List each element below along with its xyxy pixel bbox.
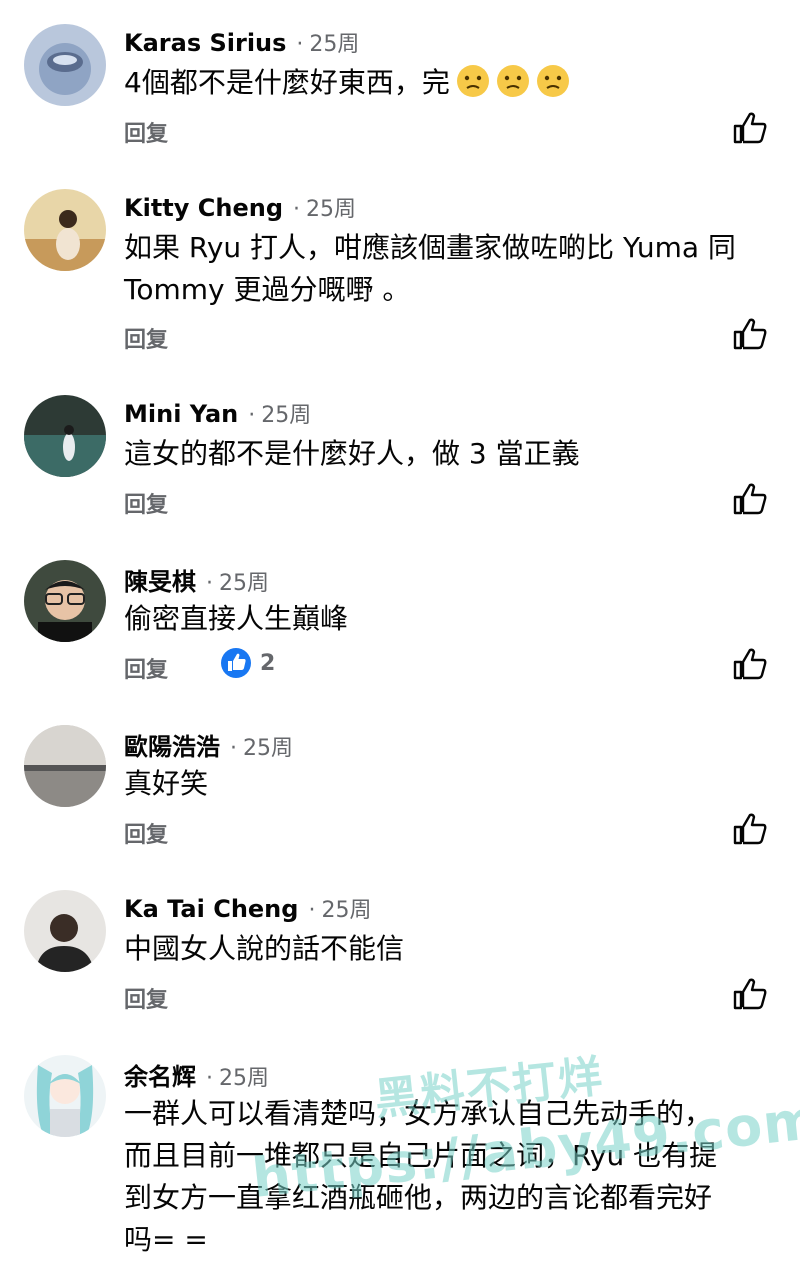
avatar[interactable] — [24, 560, 106, 642]
comment-text: 真好笑 — [124, 767, 209, 800]
reply-button[interactable]: 回复 — [124, 652, 168, 684]
comment-text: 這女的都不是什麼好人，做 3 當正義 — [124, 437, 580, 470]
time-separator: · — [248, 403, 256, 428]
reply-button[interactable]: 回复 — [124, 817, 168, 849]
comment-timestamp[interactable]: 25周 — [306, 191, 356, 223]
reply-button[interactable]: 回复 — [124, 116, 168, 148]
comment-author[interactable]: 陳旻棋 — [124, 562, 196, 597]
reaction-summary[interactable]: 2 — [220, 647, 275, 679]
avatar[interactable] — [24, 890, 106, 972]
confused-face-icon — [496, 65, 529, 97]
comment-text: 一群人可以看清楚吗，女方承认自己先动手的， 而且目前一堆都只是自己片面之词，Ry… — [124, 1097, 718, 1256]
comment-timestamp[interactable]: 25周 — [261, 397, 311, 429]
comment-author[interactable]: Kitty Cheng — [124, 194, 283, 222]
time-separator: · — [293, 197, 301, 222]
reply-button[interactable]: 回复 — [124, 982, 168, 1014]
time-separator: · — [296, 32, 304, 57]
time-separator: · — [230, 736, 237, 761]
comment-text: 中國女人說的話不能信 — [124, 932, 405, 965]
avatar[interactable] — [24, 395, 106, 477]
comment-timestamp[interactable]: 25周 — [219, 565, 269, 597]
avatar[interactable] — [24, 189, 106, 271]
comment-text: 偷密直接人生巔峰 — [124, 602, 349, 635]
time-separator: · — [206, 571, 213, 596]
comment-timestamp[interactable]: 25周 — [219, 1060, 269, 1092]
comment-author[interactable]: Karas Sirius — [124, 29, 286, 57]
avatar[interactable] — [24, 1055, 106, 1137]
confused-face-icon — [536, 65, 569, 97]
comment-timestamp[interactable]: 25周 — [309, 26, 359, 58]
comment-author[interactable]: 余名辉 — [124, 1057, 196, 1092]
comment-text: 4個都不是什麼好東西，完 — [124, 62, 774, 104]
reply-button[interactable]: 回复 — [124, 487, 168, 519]
thumbs-up-icon[interactable] — [732, 316, 768, 352]
thumbs-up-icon[interactable] — [732, 110, 768, 146]
thumbs-up-icon[interactable] — [732, 481, 768, 517]
like-reaction-icon — [221, 648, 251, 678]
thumbs-up-icon[interactable] — [732, 976, 768, 1012]
reaction-count: 2 — [260, 650, 276, 676]
thumbs-up-icon[interactable] — [732, 646, 768, 682]
thumbs-up-icon[interactable] — [732, 811, 768, 847]
comment-timestamp[interactable]: 25周 — [243, 730, 293, 762]
avatar[interactable] — [24, 24, 106, 106]
comment-timestamp[interactable]: 25周 — [321, 892, 371, 924]
time-separator: · — [308, 898, 316, 923]
reply-button[interactable]: 回复 — [124, 322, 168, 354]
avatar[interactable] — [24, 725, 106, 807]
comment-author[interactable]: Ka Tai Cheng — [124, 895, 298, 923]
comment-text: 如果 Ryu 打人，咁應該個畫家做咗啲比 Yuma 同 Tommy 更過分嘅嘢 … — [124, 231, 736, 306]
confused-face-icon — [456, 65, 489, 97]
comment-author[interactable]: 歐陽浩浩 — [124, 727, 220, 762]
time-separator: · — [206, 1066, 213, 1091]
comment-author[interactable]: Mini Yan — [124, 400, 238, 428]
